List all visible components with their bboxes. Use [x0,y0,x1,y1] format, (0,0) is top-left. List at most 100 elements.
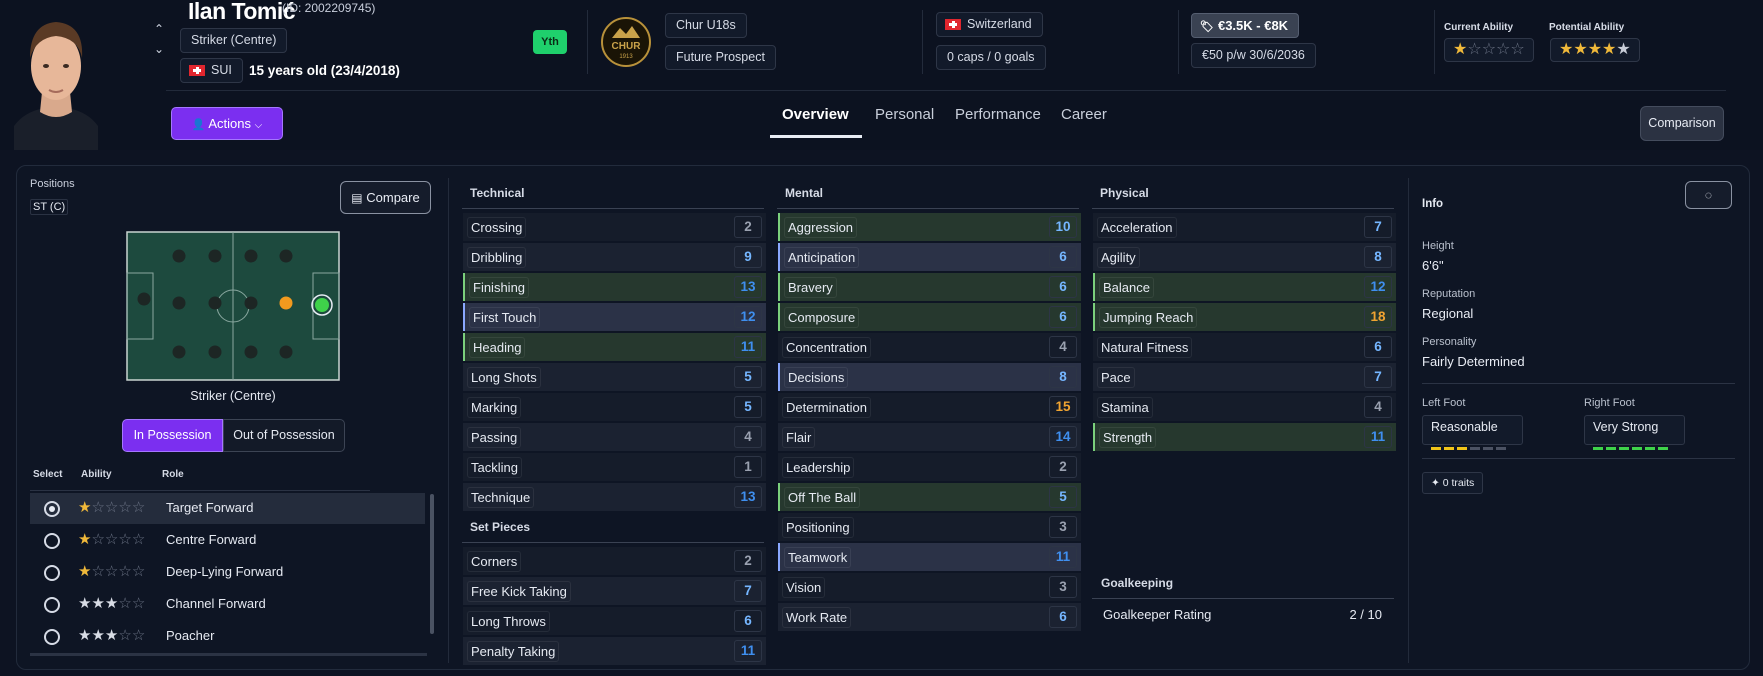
attribute-row[interactable]: Long Shots 5 [463,363,766,391]
attribute-row[interactable]: Dribbling 9 [463,243,766,271]
attribute-row[interactable]: Jumping Reach 18 [1093,303,1396,331]
foot-meter-segment [1431,447,1441,450]
role-name: Channel Forward [166,596,266,611]
attribute-row[interactable]: Pace 7 [1093,363,1396,391]
attribute-row[interactable]: Penalty Taking 11 [463,637,766,665]
comparison-button[interactable]: Comparison [1640,106,1724,141]
role-name: Deep-Lying Forward [166,564,284,579]
attribute-value: 9 [734,246,762,268]
actions-button[interactable]: 👤 Actions ⌵ [171,107,283,140]
role-row[interactable]: ★★★☆☆ Channel Forward [30,589,425,620]
star-icon: ★ [1559,41,1574,58]
player-photo [14,8,98,150]
out-of-possession-toggle[interactable]: Out of Possession [223,419,345,452]
role-stars: ★☆☆☆☆ [78,498,145,516]
role-row[interactable]: ★☆☆☆☆ Target Forward [30,493,425,524]
attribute-row[interactable]: Free Kick Taking 7 [463,577,766,605]
header-divider [166,90,1726,91]
attribute-row[interactable]: Concentration 4 [778,333,1081,361]
attribute-value: 12 [734,306,762,328]
attribute-name: Anticipation [784,247,860,268]
height-value: 6'6" [1422,258,1444,273]
roles-bottom-scrollbar[interactable] [30,653,427,656]
info-settings-button[interactable]: ◌ [1685,181,1732,209]
foot-meter-segment [1483,447,1493,450]
attribute-value: 5 [1049,486,1077,508]
in-possession-toggle[interactable]: In Possession [122,419,223,452]
info-divider [1422,383,1735,384]
attribute-name: Concentration [782,337,871,358]
traits-chip[interactable]: ✦ 0 traits [1422,472,1484,494]
nation-chip[interactable]: Switzerland [936,12,1043,37]
role-radio[interactable] [44,629,60,645]
next-player-arrow-icon[interactable]: ⌄ [152,42,166,56]
attribute-row[interactable]: Composure 6 [778,303,1081,331]
attribute-row[interactable]: Determination 15 [778,393,1081,421]
attribute-row[interactable]: Decisions 8 [778,363,1081,391]
physical-title: Physical [1100,186,1149,200]
role-radio[interactable] [44,533,60,549]
nationality-chip: SUI [180,58,243,83]
attribute-row[interactable]: Positioning 3 [778,513,1081,541]
attribute-name: Passing [467,427,522,448]
club-logo[interactable]: CHUR 1913 [600,16,652,68]
divider [1408,178,1409,663]
attribute-row[interactable]: Off The Ball 5 [778,483,1081,511]
role-row[interactable]: ★☆☆☆☆ Deep-Lying Forward [30,557,425,588]
attribute-value: 4 [734,426,762,448]
attribute-row[interactable]: Strength 11 [1093,423,1396,451]
attribute-row[interactable]: Corners 2 [463,547,766,575]
attribute-row[interactable]: Passing 4 [463,423,766,451]
attribute-row[interactable]: Heading 11 [463,333,766,361]
attribute-row[interactable]: Technique 13 [463,483,766,511]
attribute-row[interactable]: Stamina 4 [1093,393,1396,421]
attribute-name: Flair [782,427,816,448]
attribute-row[interactable]: Natural Fitness 6 [1093,333,1396,361]
left-foot-label: Left Foot [1422,397,1466,409]
attribute-name: Dribbling [467,247,527,268]
attribute-row[interactable]: Tackling 1 [463,453,766,481]
attribute-row[interactable]: Acceleration 7 [1093,213,1396,241]
attribute-row[interactable]: Marking 5 [463,393,766,421]
attribute-row[interactable]: Flair 14 [778,423,1081,451]
attribute-row[interactable]: Long Throws 6 [463,607,766,635]
attribute-name: Work Rate [782,607,852,628]
role-row[interactable]: ★★★☆☆ Poacher [30,621,425,652]
attribute-row[interactable]: Teamwork 11 [778,543,1081,571]
attribute-row[interactable]: First Touch 12 [463,303,766,331]
attribute-value: 13 [734,486,762,508]
attribute-row[interactable]: Crossing 2 [463,213,766,241]
star-icon: ★ [91,595,105,612]
technical-underline [462,208,764,209]
roles-scrollbar[interactable] [430,494,434,634]
role-row[interactable]: ★☆☆☆☆ Centre Forward [30,525,425,556]
transfer-value: €3.5K - €8K [1217,18,1289,33]
tab-personal[interactable]: Personal [875,106,934,123]
role-radio[interactable] [44,565,60,581]
club-team-chip[interactable]: Chur U18s [665,13,747,38]
attribute-row[interactable]: Agility 8 [1093,243,1396,271]
tab-performance[interactable]: Performance [955,106,1041,123]
compare-button[interactable]: ▤ Compare [340,181,431,214]
attribute-row[interactable]: Anticipation 6 [778,243,1081,271]
attribute-row[interactable]: Bravery 6 [778,273,1081,301]
attribute-value: 6 [1364,336,1392,358]
attribute-row[interactable]: Balance 12 [1093,273,1396,301]
role-name: Poacher [166,628,215,643]
role-radio[interactable] [44,501,60,517]
star-icon: ☆ [1467,41,1482,58]
attribute-name: Finishing [469,277,530,298]
attribute-row[interactable]: Vision 3 [778,573,1081,601]
previous-player-arrow-icon[interactable]: ⌃ [152,22,166,36]
attribute-row[interactable]: Aggression 10 [778,213,1081,241]
attribute-value: 6 [1049,606,1077,628]
attribute-row[interactable]: Leadership 2 [778,453,1081,481]
tab-overview[interactable]: Overview [782,106,849,123]
tab-career[interactable]: Career [1061,106,1107,123]
attribute-row[interactable]: Work Rate 6 [778,603,1081,631]
attribute-row[interactable]: Finishing 13 [463,273,766,301]
star-icon: ☆ [104,499,119,516]
star-icon: ☆ [1510,41,1525,58]
role-radio[interactable] [44,597,60,613]
attribute-value: 6 [1049,276,1077,298]
